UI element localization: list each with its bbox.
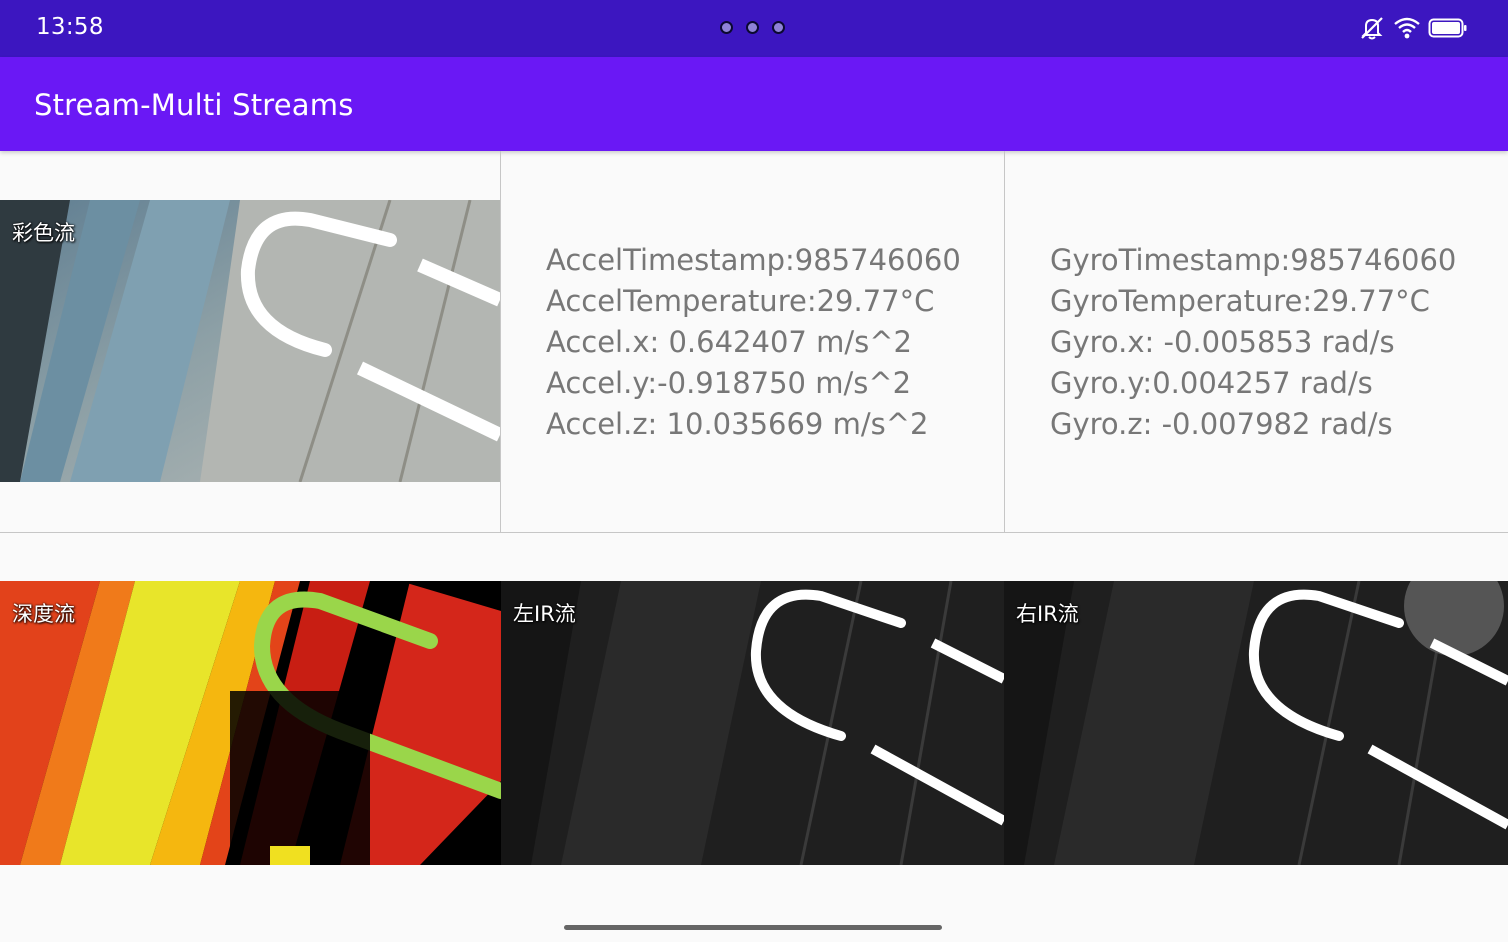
wifi-icon (1394, 17, 1420, 39)
gyro-timestamp: GyroTimestamp:985746060 (1050, 243, 1457, 277)
gyro-y: Gyro.y:0.004257 rad/s (1050, 366, 1373, 400)
depth-stream-image (0, 581, 501, 865)
gyro-data: GyroTimestamp:985746060 GyroTemperature:… (1050, 240, 1456, 445)
left-ir-stream-image (501, 581, 1004, 865)
status-bar: 13:58 (0, 0, 1508, 57)
gyro-z: Gyro.z: -0.007982 rad/s (1050, 407, 1393, 441)
accel-y: Accel.y:-0.918750 m/s^2 (546, 366, 912, 400)
app-bar: Stream-Multi Streams (0, 57, 1508, 151)
status-time: 13:58 (36, 14, 104, 40)
color-stream-label: 彩色流 (12, 221, 75, 245)
accel-timestamp: AccelTimestamp:985746060 (546, 243, 961, 277)
color-stream-image (0, 200, 500, 482)
right-ir-stream-view: 右IR流 (1004, 581, 1508, 865)
depth-stream-label: 深度流 (12, 602, 75, 626)
home-indicator[interactable] (564, 925, 942, 930)
status-icons (1358, 14, 1468, 42)
handle-dot (772, 21, 785, 34)
accel-z: Accel.z: 10.035669 m/s^2 (546, 407, 929, 441)
accel-x: Accel.x: 0.642407 m/s^2 (546, 325, 912, 359)
accel-data: AccelTimestamp:985746060 AccelTemperatur… (546, 240, 961, 445)
divider (1004, 151, 1005, 532)
handle-dot (746, 21, 759, 34)
right-ir-stream-label: 右IR流 (1016, 602, 1079, 626)
gyro-temperature: GyroTemperature:29.77°C (1050, 284, 1430, 318)
battery-icon (1428, 18, 1467, 38)
color-stream-view: 彩色流 (0, 200, 500, 482)
mute-icon (1361, 17, 1383, 40)
page-title: Stream-Multi Streams (34, 88, 354, 122)
divider (500, 151, 501, 532)
multi-window-handle[interactable] (720, 21, 785, 34)
left-ir-stream-label: 左IR流 (513, 602, 576, 626)
divider (0, 532, 1508, 533)
left-ir-stream-view: 左IR流 (501, 581, 1004, 865)
right-ir-stream-image (1004, 581, 1508, 865)
accel-temperature: AccelTemperature:29.77°C (546, 284, 935, 318)
depth-stream-view: 深度流 (0, 581, 501, 865)
gyro-x: Gyro.x: -0.005853 rad/s (1050, 325, 1395, 359)
handle-dot (720, 21, 733, 34)
